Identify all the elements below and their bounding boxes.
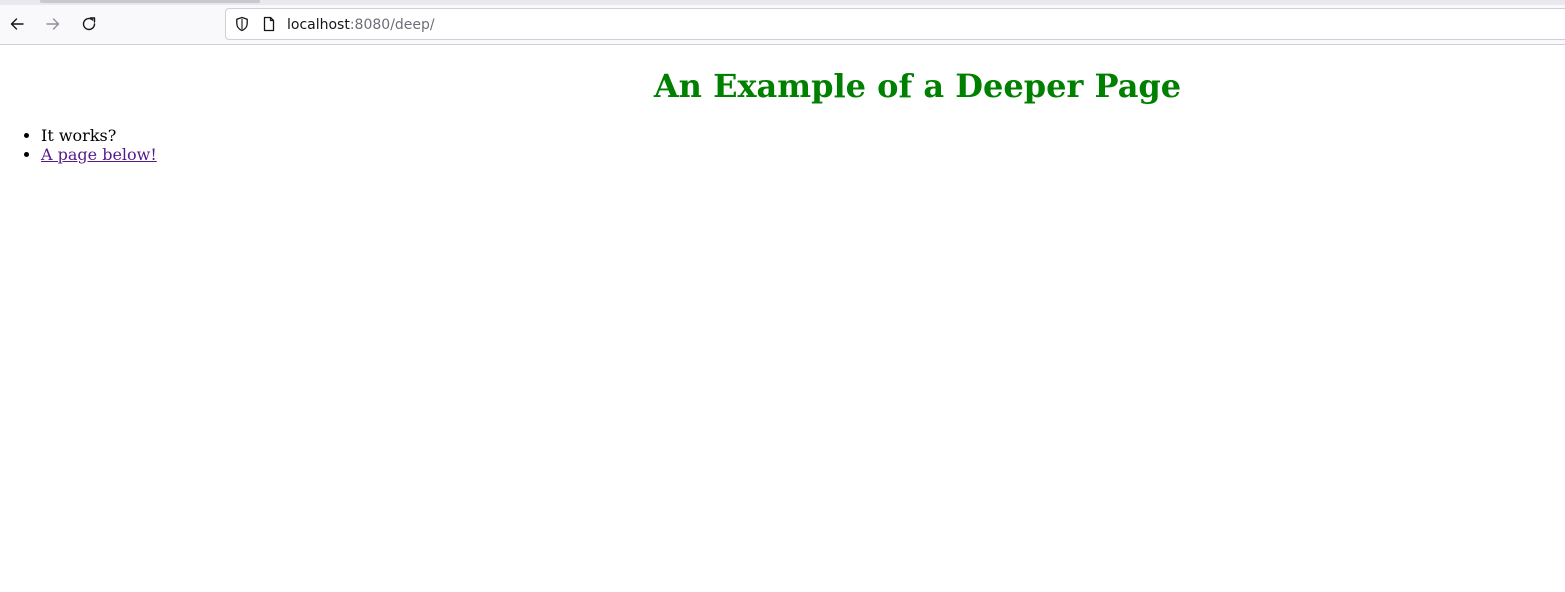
- list-item: It works?: [41, 126, 157, 145]
- url-text[interactable]: localhost:8080/deep/: [287, 16, 435, 34]
- browser-toolbar: localhost:8080/deep/: [0, 0, 1565, 45]
- url-path: :8080/deep/: [349, 17, 435, 33]
- arrow-left-icon: [9, 16, 25, 32]
- item-list: It works? A page below!: [0, 126, 157, 164]
- list-item-text: It works?: [41, 126, 117, 145]
- page-content: An Example of a Deeper Page It works? A …: [0, 46, 1565, 592]
- reload-button[interactable]: [76, 11, 102, 37]
- page-title: An Example of a Deeper Page: [653, 67, 1182, 105]
- tab-strip: [0, 0, 1565, 5]
- page-below-link[interactable]: A page below!: [41, 145, 157, 164]
- shield-icon[interactable]: [234, 16, 250, 32]
- list-item: A page below!: [41, 145, 157, 164]
- active-tab[interactable]: [40, 0, 260, 3]
- url-bar[interactable]: localhost:8080/deep/: [225, 8, 1565, 40]
- arrow-right-icon: [45, 16, 61, 32]
- page-icon[interactable]: [261, 16, 277, 32]
- back-button[interactable]: [4, 11, 30, 37]
- reload-icon: [81, 16, 97, 32]
- url-host: localhost: [287, 17, 350, 33]
- forward-button[interactable]: [40, 11, 66, 37]
